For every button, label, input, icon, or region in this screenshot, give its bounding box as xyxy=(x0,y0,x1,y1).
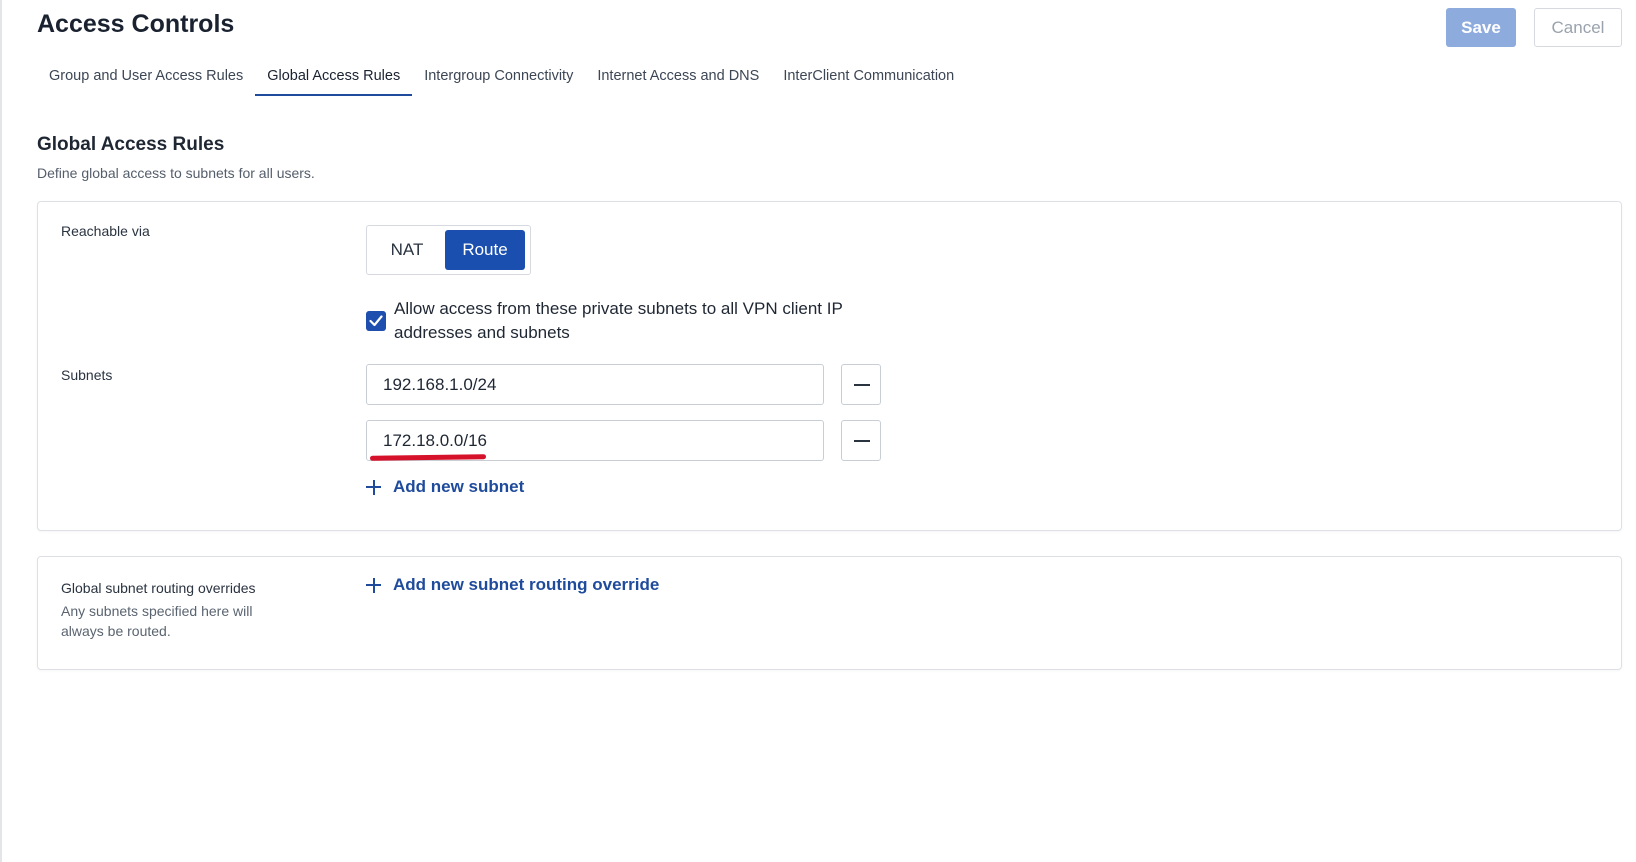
allow-access-checkbox[interactable] xyxy=(366,311,386,331)
nat-option[interactable]: NAT xyxy=(372,231,442,269)
minus-icon xyxy=(854,384,870,386)
reachable-via-label: Reachable via xyxy=(61,223,150,239)
save-button[interactable]: Save xyxy=(1446,8,1516,47)
add-new-subnet-label: Add new subnet xyxy=(393,477,525,496)
section-title: Global Access Rules xyxy=(37,134,225,155)
routing-overrides-label: Global subnet routing overrides xyxy=(61,580,256,596)
tab-global-access-rules[interactable]: Global Access Rules xyxy=(255,60,413,96)
reachable-via-toggle: NAT Route xyxy=(366,225,531,275)
page-title: Access Controls xyxy=(37,10,235,38)
plus-icon xyxy=(366,479,381,495)
subnet-input-1[interactable] xyxy=(366,364,824,405)
tab-bar: Group and User Access Rules Global Acces… xyxy=(37,60,966,96)
cancel-button[interactable]: Cancel xyxy=(1534,8,1622,47)
remove-subnet-button-1[interactable] xyxy=(841,364,881,405)
add-override-label: Add new subnet routing override xyxy=(393,575,660,594)
minus-icon xyxy=(854,440,870,442)
tab-interclient-communication[interactable]: InterClient Communication xyxy=(771,60,966,96)
global-access-card xyxy=(37,201,1622,531)
routing-overrides-description: Any subnets specified here will always b… xyxy=(61,603,253,639)
remove-subnet-button-2[interactable] xyxy=(841,420,881,461)
route-option[interactable]: Route xyxy=(445,230,525,270)
tab-intergroup-connectivity[interactable]: Intergroup Connectivity xyxy=(412,60,585,96)
subnets-label: Subnets xyxy=(61,367,113,383)
plus-icon xyxy=(366,577,381,593)
section-description: Define global access to subnets for all … xyxy=(37,165,315,181)
add-new-subnet-link[interactable]: Add new subnet xyxy=(366,477,524,497)
add-subnet-routing-override-link[interactable]: Add new subnet routing override xyxy=(366,575,659,595)
tab-internet-access-and-dns[interactable]: Internet Access and DNS xyxy=(585,60,771,96)
tab-group-and-user-access-rules[interactable]: Group and User Access Rules xyxy=(37,60,255,96)
page: Access Controls Save Cancel Group and Us… xyxy=(0,0,1636,862)
checkmark-icon xyxy=(369,315,383,327)
allow-access-label: Allow access from these private subnets … xyxy=(394,299,843,342)
